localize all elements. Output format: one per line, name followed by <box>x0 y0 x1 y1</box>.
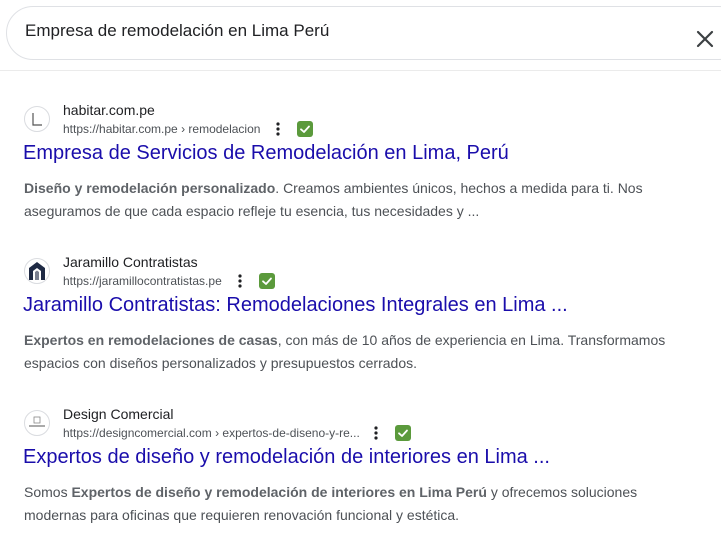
verified-check-icon <box>297 121 313 137</box>
site-url[interactable]: https://habitar.com.pe › remodelacion <box>63 122 260 136</box>
result-title-link[interactable]: Expertos de diseño y remodelación de int… <box>23 446 550 469</box>
snippet-bold: Expertos en remodelaciones de casas <box>24 332 278 348</box>
jaramillo-logo-icon <box>24 258 50 284</box>
snippet-bold: Expertos de diseño y remodelación de int… <box>71 484 487 500</box>
search-input[interactable] <box>25 21 625 41</box>
result-title-link[interactable]: Empresa de Servicios de Remodelación en … <box>23 142 509 165</box>
more-options-icon[interactable] <box>236 273 244 289</box>
verified-check-icon <box>395 425 411 441</box>
more-options-icon[interactable] <box>372 425 380 441</box>
site-url[interactable]: https://designcomercial.com › expertos-d… <box>63 426 360 440</box>
result-snippet: Diseño y remodelación personalizado. Cre… <box>24 177 684 223</box>
site-name: habitar.com.pe <box>63 102 155 118</box>
house-outline-icon <box>24 106 50 132</box>
result-snippet: Expertos en remodelaciones de casas, con… <box>24 329 684 375</box>
divider <box>0 70 721 71</box>
result-title-link[interactable]: Jaramillo Contratistas: Remodelaciones I… <box>23 294 568 317</box>
verified-check-icon <box>259 273 275 289</box>
snippet-bold: Diseño y remodelación personalizado <box>24 180 276 196</box>
site-url[interactable]: https://jaramillocontratistas.pe <box>63 274 222 288</box>
more-options-icon[interactable] <box>274 121 282 137</box>
search-bar[interactable] <box>6 6 721 60</box>
close-icon[interactable] <box>695 29 715 49</box>
site-name: Design Comercial <box>63 406 174 422</box>
snippet-prefix: Somos <box>24 484 72 500</box>
result-snippet: Somos Expertos de diseño y remodelación … <box>24 481 684 527</box>
site-name: Jaramillo Contratistas <box>63 254 198 270</box>
design-comercial-logo-icon <box>24 410 50 436</box>
